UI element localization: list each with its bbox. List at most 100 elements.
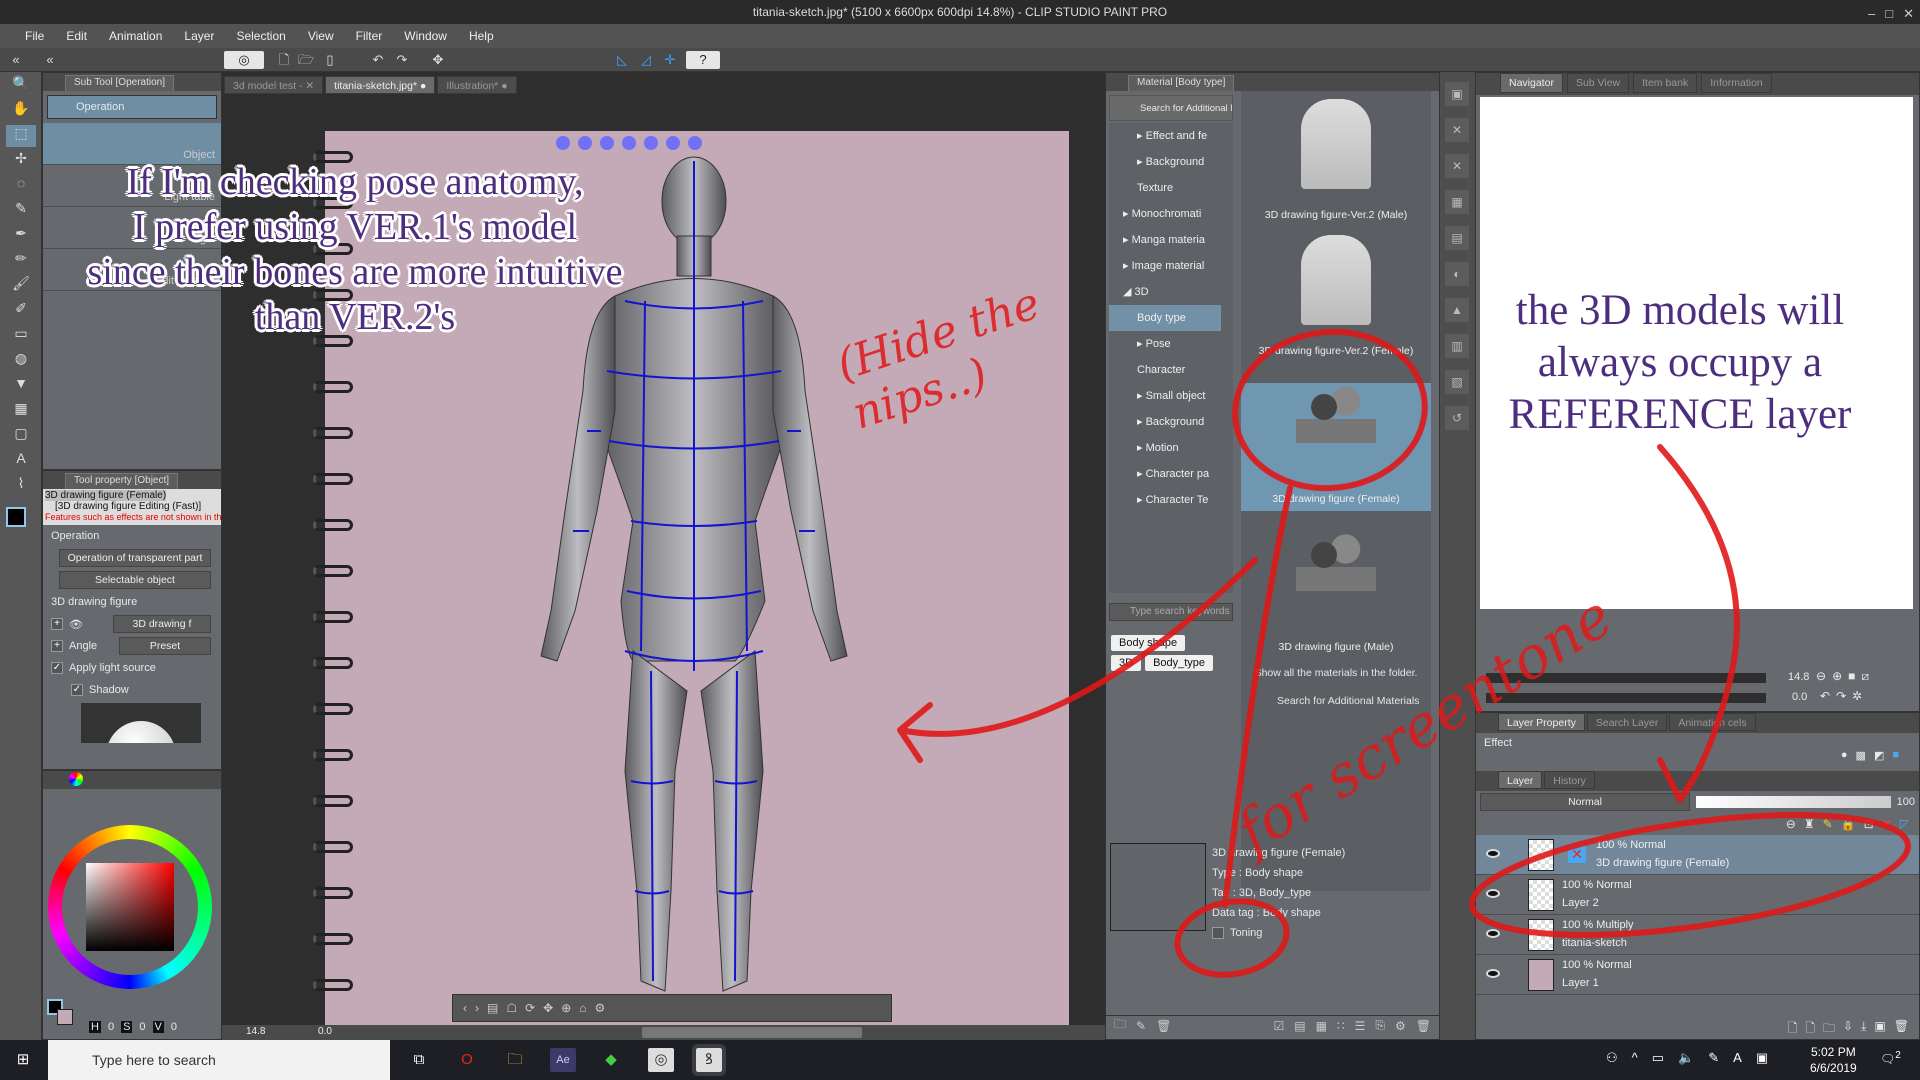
windows-start-icon[interactable]: ⊞	[10, 1048, 36, 1072]
move-tool-icon[interactable]: ✋	[6, 100, 36, 122]
dock-icon[interactable]: ▲	[1445, 298, 1469, 322]
open-file-icon[interactable]: 🗁	[296, 51, 316, 69]
new-raster-layer-icon[interactable]: 🗋	[1788, 1019, 1798, 1037]
lasso-icon[interactable]: ◌	[6, 175, 36, 197]
expand-arrow-icon[interactable]: ▸	[1137, 494, 1146, 506]
menu-edit[interactable]: Edit	[55, 29, 98, 43]
draft-layer-icon[interactable]: ✎	[1823, 817, 1833, 831]
clock-time[interactable]: 5:02 PM	[1810, 1044, 1857, 1060]
light-preview[interactable]	[81, 703, 201, 743]
minimize-button[interactable]: –	[1868, 2, 1875, 26]
clock-date[interactable]: 6/6/2019	[1810, 1060, 1857, 1076]
menu-selection[interactable]: Selection	[225, 29, 296, 43]
horizontal-scrollbar[interactable]	[642, 1027, 862, 1038]
small-thumb-icon[interactable]: ∷	[1337, 1019, 1345, 1033]
expand-arrow-icon[interactable]: ▸	[1137, 156, 1146, 168]
dock-icon[interactable]: ▧	[1445, 370, 1469, 394]
collapse-icon[interactable]: «	[40, 51, 60, 69]
paste-icon[interactable]: ⎘	[1375, 1018, 1385, 1033]
tab-item-bank[interactable]: Item bank	[1633, 73, 1698, 93]
expand-arrow-icon[interactable]: ▸	[1137, 442, 1146, 454]
operation-tool-icon[interactable]: ⬚	[6, 125, 36, 147]
tree-node[interactable]: ▸ Pose	[1109, 331, 1233, 357]
eye-icon[interactable]	[1486, 969, 1500, 978]
menu-view[interactable]: View	[297, 29, 345, 43]
tree-node[interactable]: ▸ Character pa	[1109, 461, 1233, 487]
tree-node[interactable]: Texture	[1109, 175, 1233, 201]
layer-mask-icon[interactable]: ▣	[1874, 1019, 1885, 1037]
transparent-operation-dropdown[interactable]: Operation of transparent part	[59, 549, 211, 567]
fit-icon[interactable]: ■	[1848, 669, 1855, 684]
eye-icon[interactable]	[1486, 849, 1500, 858]
tool-property-tab[interactable]: Tool property [Object]	[65, 473, 179, 489]
dock-icon[interactable]: ▦	[1445, 190, 1469, 214]
merge-down-icon[interactable]: ⤓	[1861, 1019, 1866, 1037]
tree-node[interactable]: ▸ Character Te	[1109, 487, 1233, 513]
apply-light-checkbox[interactable]: ✓	[51, 662, 63, 674]
help-button[interactable]: ?	[686, 51, 720, 69]
expanded-arrow-icon[interactable]: ◢	[1123, 286, 1135, 298]
checkbox-view-icon[interactable]: ☑	[1274, 1019, 1285, 1033]
show-all-materials-link[interactable]: Show all the materials in the folder.	[1241, 667, 1431, 679]
close-button[interactable]: ✕	[1903, 2, 1914, 26]
tab-navigator[interactable]: Navigator	[1500, 73, 1563, 93]
dock-icon[interactable]: ✕	[1445, 154, 1469, 178]
next-icon[interactable]: ›	[475, 1001, 479, 1015]
trash-icon[interactable]: 🗑	[1894, 1019, 1909, 1037]
expand-arrow-icon[interactable]: ▸	[1137, 338, 1146, 350]
dock-icon[interactable]: ✕	[1445, 118, 1469, 142]
material-item[interactable]: 3D drawing figure-Ver.2 (Female)	[1241, 235, 1431, 363]
tab-information[interactable]: Information	[1701, 73, 1772, 93]
tree-node[interactable]: ▸ Effect and fe	[1109, 123, 1233, 149]
expand-arrow-icon[interactable]: ▸	[1137, 130, 1146, 142]
menu-layer[interactable]: Layer	[173, 29, 225, 43]
expand-arrow-icon[interactable]: ▸	[1137, 468, 1146, 480]
gradient-icon[interactable]: ▦	[6, 400, 36, 422]
toning-checkbox[interactable]	[1212, 927, 1224, 940]
border-effect-icon[interactable]: ●	[1841, 749, 1848, 762]
expand-arrow-icon[interactable]: ▸	[1137, 390, 1146, 402]
volume-icon[interactable]: 🔈	[1678, 1050, 1694, 1066]
dock-icon[interactable]: ▤	[1445, 226, 1469, 250]
sub-tool-object[interactable]: Object	[43, 123, 221, 165]
material-item[interactable]: 3D drawing figure (Male)	[1241, 531, 1431, 659]
clip-studio-paint-icon[interactable]: ꝸ	[692, 1044, 726, 1076]
layer-row[interactable]: 100 % Normal Layer 2	[1476, 875, 1919, 915]
eye-icon[interactable]	[1486, 929, 1500, 938]
tree-node[interactable]: ◢ 3D	[1109, 279, 1233, 305]
layer-row[interactable]: 100 % Multiply titania-sketch	[1476, 915, 1919, 955]
blend-mode-dropdown[interactable]: Normal	[1480, 793, 1690, 811]
expand-arrow-icon[interactable]: ▸	[1123, 260, 1132, 272]
material-tab[interactable]: Material [Body type]	[1128, 75, 1235, 91]
clip-icon[interactable]: ⊖	[1786, 817, 1796, 831]
ruler-snap-icon[interactable]: ◺	[612, 51, 632, 69]
reset-rotation-icon[interactable]: ✲	[1852, 689, 1862, 703]
new-folder-icon[interactable]: 🗀	[1823, 1019, 1835, 1037]
main-color-swatch[interactable]	[6, 507, 26, 527]
tab-layer-property[interactable]: Layer Property	[1498, 713, 1585, 731]
tag-body-type[interactable]: Body_type	[1145, 655, 1214, 671]
transfer-down-icon[interactable]: ⇩	[1843, 1019, 1853, 1037]
tab-sub-view[interactable]: Sub View	[1566, 73, 1630, 93]
tree-node[interactable]: ▸ Motion	[1109, 435, 1233, 461]
opacity-slider[interactable]	[1696, 796, 1891, 808]
tab-history[interactable]: History	[1544, 771, 1595, 789]
layer-row[interactable]: 100 % Normal 3D drawing figure (Female) ✕	[1476, 835, 1919, 875]
notification-center-icon[interactable]: 🗨2	[1880, 1050, 1901, 1066]
keyboard-icon[interactable]: ▣	[1756, 1050, 1768, 1066]
menu-animation[interactable]: Animation	[98, 29, 173, 43]
saturation-value-square[interactable]	[86, 863, 174, 951]
file-explorer-icon[interactable]: 🗀	[502, 1048, 528, 1072]
reference-layer-icon[interactable]: ♜	[1804, 817, 1815, 831]
transform-icon[interactable]: ✥	[428, 51, 448, 69]
expand-icon[interactable]: +	[51, 640, 63, 652]
zoom-out-icon[interactable]: ⊖	[1816, 669, 1826, 684]
selectable-object-dropdown[interactable]: Selectable object	[59, 571, 211, 589]
doc-tab-titania-sketch[interactable]: titania-sketch.jpg* ●	[325, 76, 436, 94]
dock-icon[interactable]: ▣	[1445, 82, 1469, 106]
zoom-in-icon[interactable]: ⊕	[1832, 669, 1842, 684]
tab-search-layer[interactable]: Search Layer	[1586, 713, 1668, 731]
material-item[interactable]: 3D drawing figure-Ver.2 (Male)	[1241, 99, 1431, 227]
camera-icon[interactable]: ▤	[487, 1001, 498, 1015]
opera-icon[interactable]: O	[454, 1048, 480, 1072]
